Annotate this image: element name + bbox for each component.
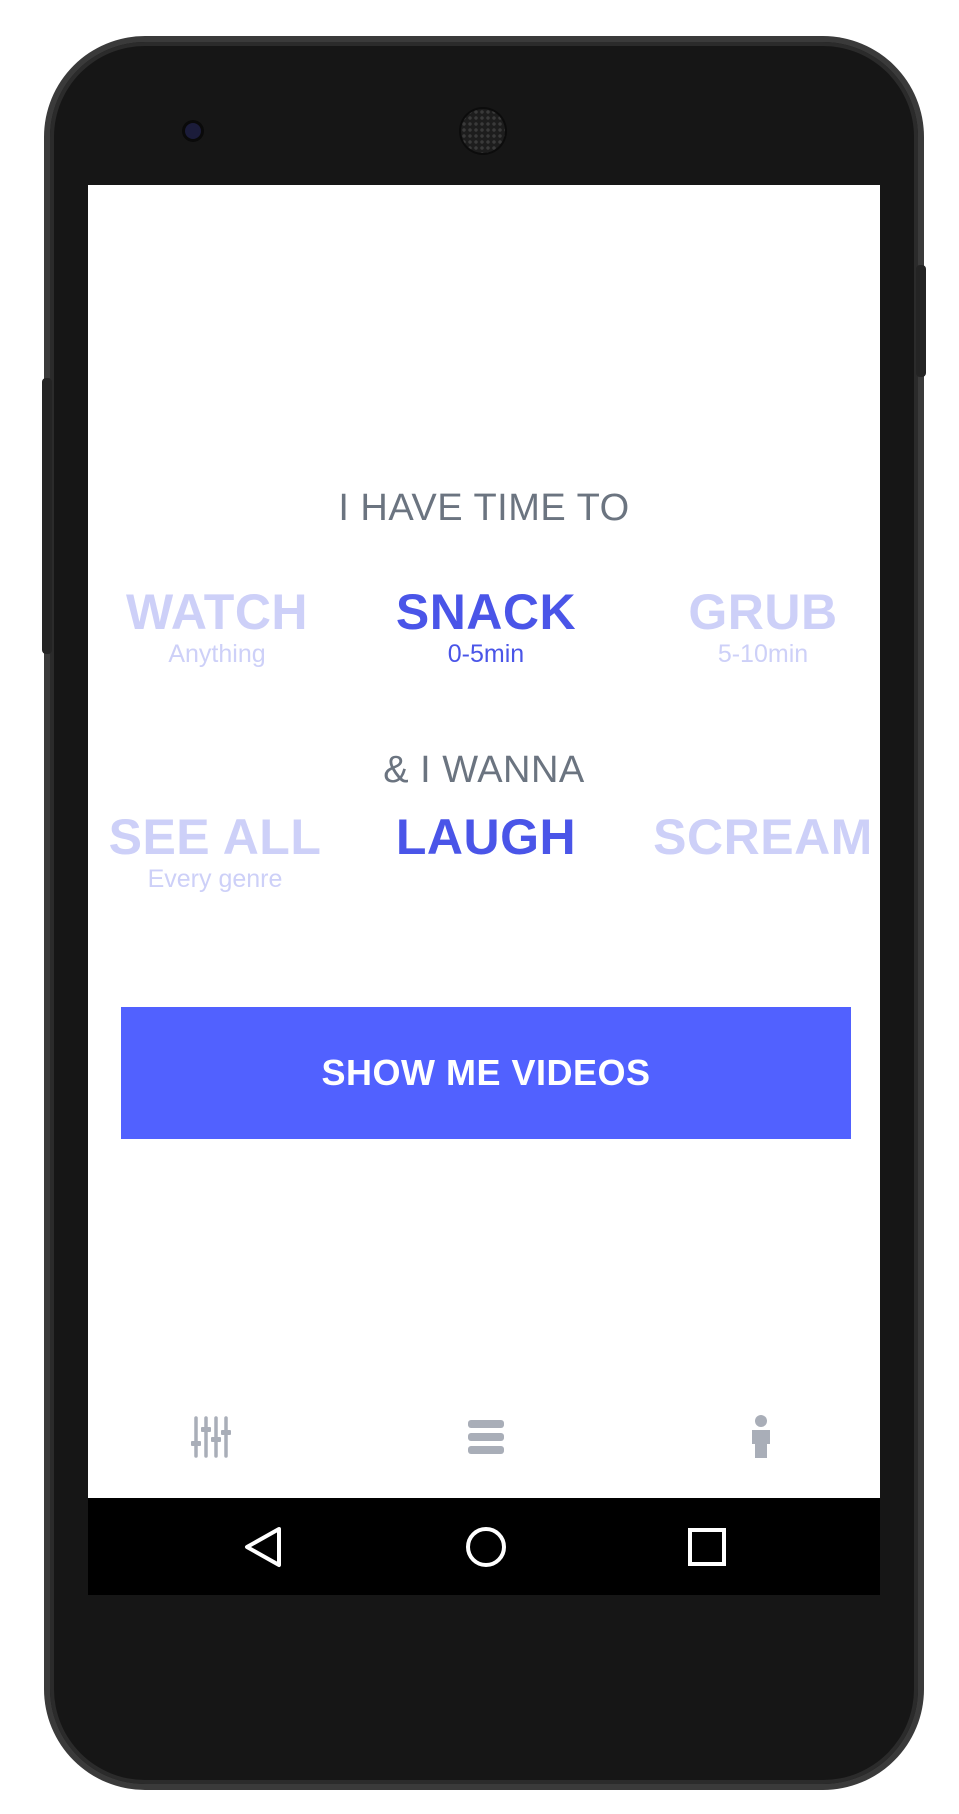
earpiece-speaker — [461, 109, 505, 153]
mood-option-scream[interactable]: SCREAM — [623, 810, 880, 864]
list-icon[interactable] — [456, 1407, 516, 1467]
option-subtitle: 0-5min — [447, 640, 525, 668]
back-icon[interactable] — [228, 1512, 298, 1582]
option-subtitle: 5-10min — [717, 640, 809, 668]
power-button — [916, 265, 926, 377]
system-nav-bar — [88, 1498, 880, 1595]
option-title: LAUGH — [395, 809, 577, 865]
recents-icon[interactable] — [672, 1512, 742, 1582]
home-icon[interactable] — [451, 1512, 521, 1582]
time-option-watch[interactable]: WATCH Anything — [88, 585, 347, 669]
mood-option-laugh[interactable]: LAUGH — [356, 810, 616, 864]
volume-button — [42, 378, 52, 654]
person-icon[interactable] — [731, 1407, 791, 1467]
option-title: WATCH — [125, 584, 309, 640]
option-title: SEE ALL — [108, 809, 322, 865]
time-heading: I HAVE TIME TO — [338, 487, 630, 529]
option-title: SNACK — [395, 584, 577, 640]
mood-heading: & I WANNA — [383, 749, 585, 791]
option-title: GRUB — [688, 584, 838, 640]
option-subtitle: Every genre — [147, 865, 283, 893]
show-me-videos-button[interactable]: SHOW ME VIDEOS — [121, 1007, 851, 1139]
mood-option-see-all[interactable]: SEE ALL Every genre — [88, 810, 355, 894]
option-subtitle: Anything — [168, 640, 266, 668]
time-option-grub[interactable]: GRUB 5-10min — [633, 585, 880, 669]
app-screen: I HAVE TIME TO WATCH Anything SNACK 0-5m… — [88, 185, 880, 1498]
time-option-snack[interactable]: SNACK 0-5min — [356, 585, 616, 669]
front-camera — [185, 123, 201, 139]
option-title: SCREAM — [653, 809, 873, 865]
sliders-icon[interactable] — [181, 1407, 241, 1467]
